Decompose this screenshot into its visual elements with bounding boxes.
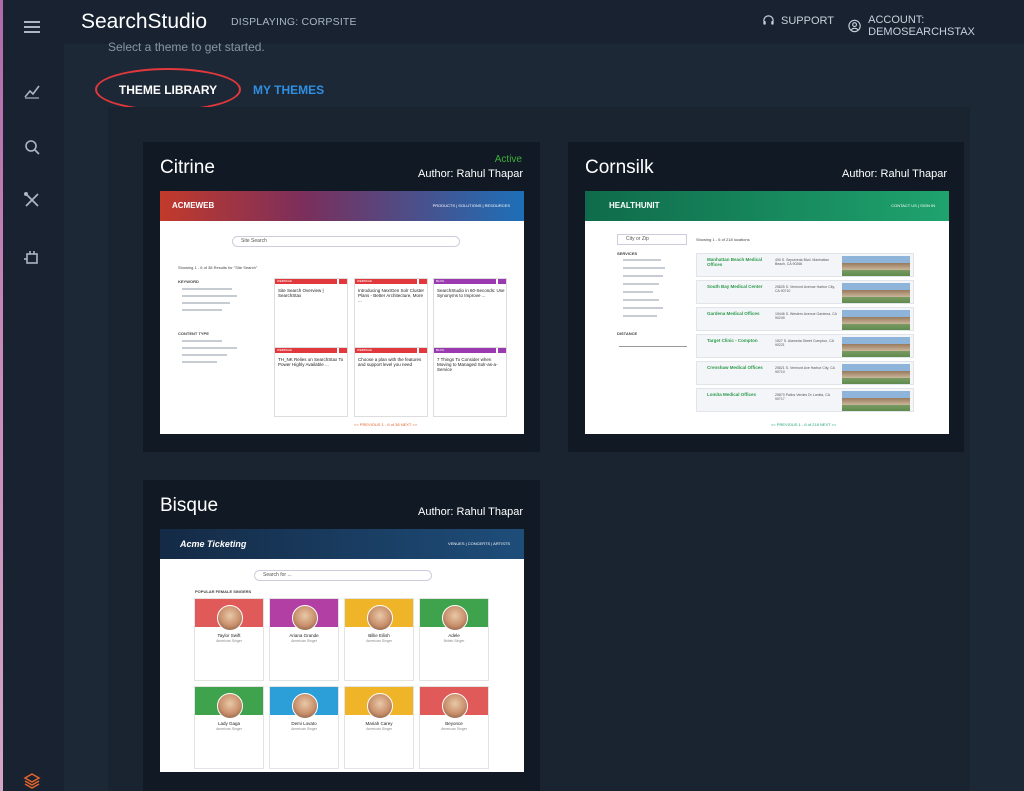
- preview-location: Gardena Medical Offices 15446 S. Western …: [696, 307, 914, 331]
- preview-logo: HEALTHUNIT: [609, 201, 660, 210]
- preview-facet-type: CONTENT TYPE: [178, 331, 209, 336]
- preview-person-card: Lady Gaga American Singer: [194, 686, 264, 769]
- preview-nav: VENUES | CONCERTS | ARTISTS: [448, 541, 510, 546]
- preview-header: ACMEWEB PRODUCTS | SOLUTIONS | RESOURCES: [160, 191, 524, 221]
- tab-theme-library[interactable]: THEME LIBRARY: [95, 68, 241, 111]
- tab-my-themes[interactable]: MY THEMES: [253, 83, 324, 97]
- preview-pager: << PREVIOUS 1 - 6 of 218 NEXT >>: [771, 422, 837, 427]
- preview-person-card: Ariana Grande American Singer: [269, 598, 339, 681]
- preview-pager: << PREVIOUS 1 - 6 of 38 NEXT >>: [354, 422, 418, 427]
- theme-author: Author: Rahul Thapar: [418, 506, 523, 518]
- tools-icon[interactable]: [22, 190, 42, 210]
- preview-nav: PRODUCTS | SOLUTIONS | RESOURCES: [432, 203, 510, 208]
- active-badge: Active: [494, 154, 522, 165]
- theme-card-cornsilk[interactable]: Cornsilk Author: Rahul Thapar HEALTHUNIT…: [568, 142, 964, 452]
- top-bar: SearchStudio DISPLAYING: CORPSITE SUPPOR…: [64, 0, 1024, 44]
- preview-result-card: WEBPAGE TH_NK Relies on SearchStax To Po…: [274, 347, 348, 417]
- app-brand[interactable]: SearchStudio: [81, 10, 207, 34]
- headset-icon: [763, 15, 774, 25]
- preview-nav: CONTACT US | SIGN IN: [891, 203, 935, 208]
- preview-person-card: Taylor Swift American Singer: [194, 598, 264, 681]
- left-rail: [0, 0, 64, 791]
- preview-section-title: POPULAR FEMALE SINGERS: [195, 589, 252, 594]
- preview-facet-distance: DISTANCE: [617, 331, 638, 336]
- chart-icon[interactable]: [22, 81, 42, 101]
- theme-name: Cornsilk: [585, 157, 654, 178]
- displaying-app-label[interactable]: DISPLAYING: CORPSITE: [231, 16, 357, 28]
- preview-person-card: Beyonce American Singer: [419, 686, 489, 769]
- preview-search: Search for ...: [254, 570, 432, 581]
- preview-location: Lomita Medical Offices 25870 Pallos Verde…: [696, 388, 914, 412]
- theme-card-bisque[interactable]: Bisque Author: Rahul Thapar Acme Ticketi…: [143, 480, 540, 791]
- page-subtitle: Select a theme to get started.: [108, 40, 265, 54]
- theme-preview[interactable]: HEALTHUNIT CONTACT US | SIGN IN City or …: [585, 191, 949, 434]
- preview-header: Acme Ticketing VENUES | CONCERTS | ARTIS…: [160, 529, 524, 559]
- account-menu[interactable]: ACCOUNT: DEMOSEARCHSTAX: [848, 14, 1024, 38]
- layers-icon[interactable]: [22, 771, 42, 791]
- preview-person-card: Demi Lovato American Singer: [269, 686, 339, 769]
- preview-header: HEALTHUNIT CONTACT US | SIGN IN: [585, 191, 949, 221]
- account-label: ACCOUNT: DEMOSEARCHSTAX: [868, 14, 975, 38]
- theme-card-citrine[interactable]: Citrine Active Author: Rahul Thapar ACME…: [143, 142, 540, 452]
- preview-location: South Bay Medical Center 25825 S. Vermont…: [696, 280, 914, 304]
- preview-result-card: WEBPAGE Site Search Overview | SearchSta…: [274, 278, 348, 348]
- window-edge: [0, 0, 3, 791]
- theme-author: Author: Rahul Thapar: [418, 168, 523, 180]
- theme-author: Author: Rahul Thapar: [842, 168, 947, 180]
- plugin-icon[interactable]: [22, 248, 42, 268]
- preview-result-card: BLOG 7 Things To Consider when Moving to…: [433, 347, 507, 417]
- user-circle-icon: [848, 19, 861, 33]
- theme-name: Citrine: [160, 157, 215, 178]
- preview-person-card: Billie Eilish American Singer: [344, 598, 414, 681]
- theme-preview[interactable]: Acme Ticketing VENUES | CONCERTS | ARTIS…: [160, 529, 524, 772]
- preview-search: Site Search: [232, 236, 460, 247]
- search-icon[interactable]: [22, 137, 42, 157]
- preview-result-card: WEBPAGE Choose a plan with the features …: [354, 347, 428, 417]
- preview-person-card: Mariah Carey American Singer: [344, 686, 414, 769]
- preview-facet-keyword: KEYWORD: [178, 279, 199, 284]
- support-link[interactable]: SUPPORT: [762, 14, 834, 27]
- preview-logo: ACMEWEB: [172, 201, 215, 210]
- theme-name: Bisque: [160, 495, 219, 516]
- preview-result-card: WEBPAGE Introducing NextGen Solr Cluster…: [354, 278, 428, 348]
- preview-location: Target Clinic - Compton 1527 S. Alameda S…: [696, 334, 914, 358]
- preview-search: City or Zip: [617, 234, 687, 245]
- preview-person-card: Adele British Singer: [419, 598, 489, 681]
- preview-location: Manhattan Beach Medical Offices 400 S. Se…: [696, 253, 914, 277]
- preview-facet-services: SERVICES: [617, 251, 638, 256]
- theme-preview[interactable]: ACMEWEB PRODUCTS | SOLUTIONS | RESOURCES…: [160, 191, 524, 434]
- preview-location: Crenshaw Medical Offices 25821 S. Vermont…: [696, 361, 914, 385]
- preview-logo: Acme Ticketing: [180, 539, 247, 549]
- preview-results-text: Showing 1 - 6 of 38 Results for "Site Se…: [178, 265, 258, 270]
- preview-result-card: BLOG SearchStudio in 60-Seconds: Use Syn…: [433, 278, 507, 348]
- preview-results-text: Showing 1 - 6 of 218 locations: [696, 237, 750, 242]
- support-label: SUPPORT: [781, 14, 834, 27]
- menu-icon[interactable]: [22, 17, 42, 37]
